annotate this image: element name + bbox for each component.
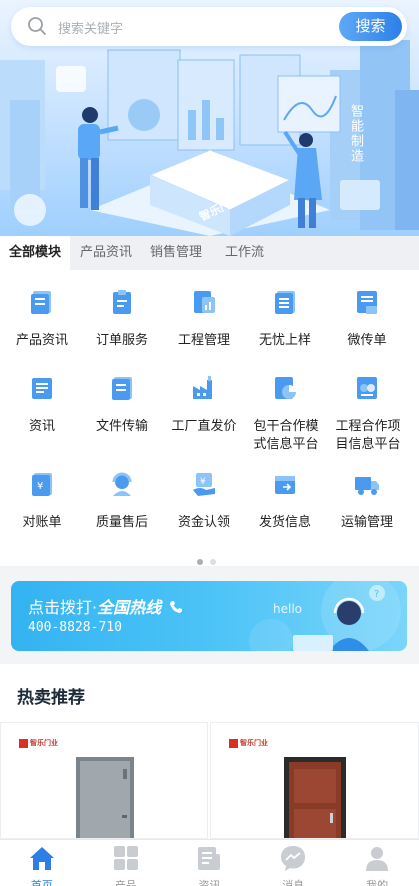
product-card[interactable]: 智乐门业 xyxy=(210,722,419,839)
hero-banner[interactable]: 智乐门业 智能制造 搜索关键字 搜索 xyxy=(0,0,419,236)
module-statement[interactable]: ¥ 对账单 xyxy=(0,470,84,540)
door-image xyxy=(284,757,346,838)
module-label: 订单服务 xyxy=(95,333,148,348)
module-label: 发货信息 xyxy=(258,515,311,530)
module-label: 包干合作模式信息平台 xyxy=(253,419,319,452)
newspaper-icon xyxy=(31,291,51,314)
brand-name: 智乐门业 xyxy=(30,739,58,747)
headset-service-icon xyxy=(112,472,132,496)
nav-label: 资讯 xyxy=(198,879,221,886)
svg-text:¥: ¥ xyxy=(37,481,43,492)
shipping-box-icon xyxy=(275,476,295,494)
search-button[interactable]: 搜索 xyxy=(339,12,402,41)
module-product-news[interactable]: 产品资讯 xyxy=(0,288,84,358)
list-document-icon xyxy=(275,291,295,314)
hotline-title: 点击拨打·全国热线 xyxy=(28,594,183,618)
tab-sales-management[interactable]: 销售管理 xyxy=(141,236,211,270)
module-tabs: 全部模块 产品资讯 销售管理 工作流 xyxy=(0,236,419,270)
module-project-management[interactable]: 工程管理 xyxy=(162,288,246,358)
module-transport-management[interactable]: 运输管理 xyxy=(325,470,409,540)
tab-product-news[interactable]: 产品资讯 xyxy=(70,236,141,270)
brand-name: 智乐门业 xyxy=(240,739,268,747)
grid-icon xyxy=(113,846,138,870)
brand-logo: 智乐门业 xyxy=(229,738,268,748)
hotline-title-prefix: 点击拨打· xyxy=(28,598,98,617)
clipboard-icon xyxy=(113,290,131,314)
brand-logo-icon xyxy=(19,738,28,748)
module-quality-aftersales[interactable]: 质量售后 xyxy=(80,470,164,540)
nav-products[interactable]: 产品 xyxy=(84,840,168,886)
hot-recommendations: 热卖推荐 智乐门业 智乐门业 xyxy=(0,664,419,839)
module-shipping-info[interactable]: 发货信息 xyxy=(243,470,327,540)
file-transfer-icon xyxy=(112,377,132,400)
module-label: 对账单 xyxy=(22,515,62,530)
search-icon xyxy=(28,17,46,35)
news-icon xyxy=(198,847,221,870)
nav-label: 我的 xyxy=(366,879,389,886)
module-label: 资讯 xyxy=(28,419,55,434)
nav-label: 消息 xyxy=(282,879,305,886)
cooperation-icon xyxy=(357,377,377,399)
module-label: 微传单 xyxy=(347,333,387,348)
search-bar[interactable]: 搜索关键字 搜索 xyxy=(11,7,407,46)
nav-label: 首页 xyxy=(30,879,53,886)
tab-all-modules[interactable]: 全部模块 xyxy=(0,236,71,270)
module-lump-sum-platform[interactable]: 包干合作模式信息平台 xyxy=(243,374,327,466)
module-label: 运输管理 xyxy=(340,515,393,530)
document-chart-icon xyxy=(194,291,215,313)
nav-profile[interactable]: 我的 xyxy=(335,840,419,886)
nav-label: 产品 xyxy=(114,879,137,886)
module-factory-price[interactable]: 工厂直发价 xyxy=(162,374,246,444)
module-label: 工程合作项目信息平台 xyxy=(335,419,401,452)
bottom-navigation: 首页 产品 资讯 消息 我的 xyxy=(0,839,419,886)
statement-icon: ¥ xyxy=(32,473,52,496)
module-label: 质量售后 xyxy=(95,515,148,530)
module-label: 工程管理 xyxy=(177,333,230,348)
truck-icon xyxy=(355,477,379,495)
module-label: 资金认领 xyxy=(177,515,230,530)
hotline-title-emphasis: 全国热线 xyxy=(97,598,162,617)
nav-news[interactable]: 资讯 xyxy=(168,840,252,886)
brand-logo-icon xyxy=(229,738,238,748)
door-image xyxy=(76,757,134,838)
product-card[interactable]: 智乐门业 xyxy=(0,722,208,839)
hotline-number: 400-8828-710 xyxy=(28,620,122,635)
phone-icon xyxy=(170,601,183,613)
news-icon xyxy=(32,378,52,399)
module-label: 工厂直发价 xyxy=(171,419,237,434)
module-label: 文件传输 xyxy=(95,419,148,434)
page-dot[interactable] xyxy=(210,559,216,565)
search-input[interactable]: 搜索关键字 xyxy=(58,18,123,37)
message-icon xyxy=(281,846,306,871)
section-title: 热卖推荐 xyxy=(17,688,85,708)
brand-logo: 智乐门业 xyxy=(19,738,58,748)
svg-text:¥: ¥ xyxy=(200,477,206,487)
page-indicator xyxy=(197,550,223,569)
flyer-icon xyxy=(357,291,377,314)
module-file-transfer[interactable]: 文件传输 xyxy=(80,374,164,444)
pie-chart-doc-icon xyxy=(275,377,296,399)
svg-text:?: ? xyxy=(374,589,379,600)
module-project-cooperation-platform[interactable]: 工程合作项目信息平台 xyxy=(325,374,409,466)
page-dot[interactable] xyxy=(197,559,203,565)
module-grid: 产品资讯 订单服务 工程管理 无忧上样 微传单 资讯 文件传输 工厂直发价 包干… xyxy=(0,270,419,566)
module-label: 产品资讯 xyxy=(15,333,68,348)
home-icon xyxy=(29,847,54,870)
money-claim-icon: ¥ xyxy=(193,473,215,496)
nav-home[interactable]: 首页 xyxy=(0,840,84,886)
module-order-service[interactable]: 订单服务 xyxy=(80,288,164,358)
banner-side-text: 智能制造 xyxy=(348,104,363,164)
module-sample-upload[interactable]: 无忧上样 xyxy=(243,288,327,358)
hotline-hello-text: hello xyxy=(273,602,302,616)
tab-workflow[interactable]: 工作流 xyxy=(211,236,273,270)
module-fund-claim[interactable]: ¥ 资金认领 xyxy=(162,470,246,540)
factory-icon xyxy=(193,376,212,399)
module-flyer[interactable]: 微传单 xyxy=(325,288,409,358)
customer-service-illustration: ? xyxy=(249,581,401,651)
nav-messages[interactable]: 消息 xyxy=(251,840,335,886)
module-news[interactable]: 资讯 xyxy=(0,374,84,444)
hotline-banner[interactable]: ? 点击拨打·全国热线 400-8828-710 hello xyxy=(11,581,407,651)
user-icon xyxy=(366,847,389,871)
module-label: 无忧上样 xyxy=(258,333,311,348)
